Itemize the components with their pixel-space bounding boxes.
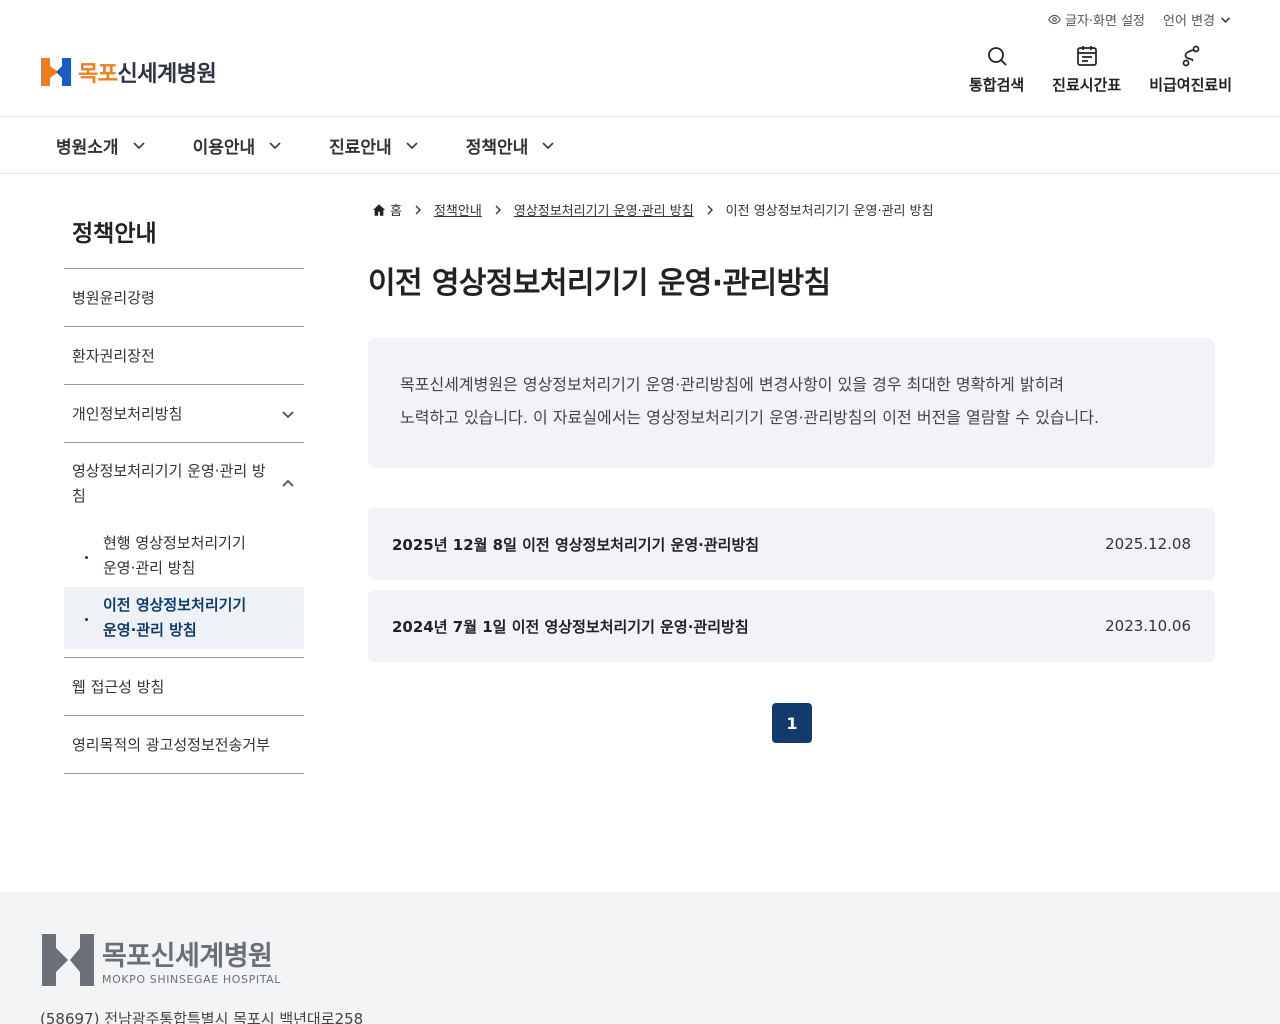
sidebar-item-ad-refusal[interactable]: 영리목적의 광고성정보전송거부 — [64, 716, 304, 773]
search-icon — [987, 47, 1007, 66]
logo-mark-icon — [41, 58, 71, 86]
quick-search-label: 통합검색 — [968, 76, 1025, 94]
sidebar-item-cctv[interactable]: 영상정보처리기기 운영·관리 방침 — [64, 443, 304, 525]
font-setting-label: 글자·화면 설정 — [1064, 14, 1146, 29]
eye-settings-icon — [1048, 14, 1061, 25]
quick-schedule-label: 진료시간표 — [1052, 76, 1122, 94]
chevron-right-icon — [495, 205, 501, 214]
breadcrumb-cctv-policy[interactable]: 영상정보처리기기 운영·관리 방침 — [514, 200, 694, 219]
breadcrumb: 홈 정책안내 영상정보처리기기 운영·관리 방침 이전 영상정보처리기기 운영·… — [372, 200, 934, 219]
footer: 목포신세계병원 MOKPO SHINSEGAE HOSPITAL (58697)… — [0, 892, 1280, 1024]
notice-line-1: 목포신세계병원은 영상정보처리기기 운영·관리방침에 변경사항이 있을 경우 최… — [400, 375, 1065, 394]
global-navigation: 병원소개 이용안내 진료안내 정책안내 — [0, 116, 1280, 174]
document-title: 2024년 7월 1일 이전 영상정보처리기기 운영·관리방침 — [392, 617, 749, 636]
logo-text: 목포신세계병원 — [78, 62, 217, 87]
breadcrumb-policy[interactable]: 정책안내 — [434, 200, 482, 219]
footer-address: (58697) 전남광주통합특별시 목포시 백년대로258 — [40, 1010, 364, 1024]
gnb-item-clinic[interactable]: 진료안내 — [329, 133, 420, 158]
chevron-down-icon — [132, 142, 145, 150]
footer-logo: 목포신세계병원 MOKPO SHINSEGAE HOSPITAL — [42, 932, 281, 988]
sidebar-item-ethics[interactable]: 병원윤리강령 — [64, 269, 304, 326]
chevron-down-icon — [269, 142, 281, 150]
list-item[interactable]: 2024년 7월 1일 이전 영상정보처리기기 운영·관리방침 2023.10.… — [368, 590, 1215, 662]
chevron-down-icon — [282, 410, 294, 418]
language-label: 언어 변경 — [1163, 14, 1215, 29]
chevron-down-icon — [542, 142, 554, 150]
quick-search-button[interactable]: 통합검색 — [969, 44, 1024, 95]
utility-menu: 글자·화면 설정 언어 변경 — [1048, 10, 1232, 29]
page-title: 이전 영상정보처리기기 운영·관리방침 — [368, 266, 831, 301]
language-selector[interactable]: 언어 변경 — [1163, 10, 1232, 29]
footer-name-en: MOKPO SHINSEGAE HOSPITAL — [102, 973, 282, 986]
chevron-down-icon — [406, 142, 418, 150]
breadcrumb-current: 이전 영상정보처리기기 운영·관리 방침 — [725, 204, 934, 219]
calendar-icon — [1076, 46, 1097, 66]
gnb-item-about[interactable]: 병원소개 — [56, 133, 147, 158]
hospital-logo[interactable]: 목포신세계병원 — [40, 56, 217, 88]
sidebar-title: 정책안내 — [64, 210, 304, 269]
side-navigation: 정책안내 병원윤리강령 환자권리장전 개인정보처리방침 영상정보처리기기 운영·… — [64, 210, 304, 774]
gnb-item-guide[interactable]: 이용안내 — [193, 133, 284, 158]
chevron-down-icon — [1220, 17, 1231, 23]
notice-line-2: 노력하고 있습니다. 이 자료실에서는 영상정보처리기기 운영·관리방침의 이전… — [400, 408, 1100, 427]
sidebar-item-privacy[interactable]: 개인정보처리방침 — [64, 385, 304, 442]
chevron-right-icon — [707, 205, 713, 214]
pagination: 1 — [772, 703, 812, 743]
chevron-up-icon — [282, 479, 294, 487]
quick-schedule-button[interactable]: 진료시간표 — [1052, 44, 1121, 95]
notice-box: 목포신세계병원은 영상정보처리기기 운영·관리방침에 변경사항이 있을 경우 최… — [368, 338, 1215, 468]
breadcrumb-home[interactable]: 홈 — [372, 200, 402, 219]
document-date: 2025.12.08 — [1105, 535, 1191, 553]
logo-mark-icon — [42, 934, 94, 986]
document-title: 2025년 12월 8일 이전 영상정보처리기기 운영·관리방침 — [392, 535, 760, 554]
route-icon — [1182, 45, 1199, 67]
sidebar-item-patient-rights[interactable]: 환자권리장전 — [64, 327, 304, 384]
sidebar-subitem-current[interactable]: 현행 영상정보처리기기 운영·관리 방침 — [64, 525, 304, 587]
quick-fee-label: 비급여진료비 — [1149, 76, 1232, 94]
document-list: 2025년 12월 8일 이전 영상정보처리기기 운영·관리방침 2025.12… — [368, 508, 1215, 672]
list-item[interactable]: 2025년 12월 8일 이전 영상정보처리기기 운영·관리방침 2025.12… — [368, 508, 1215, 580]
quick-fee-button[interactable]: 비급여진료비 — [1149, 44, 1232, 95]
sidebar-item-accessibility[interactable]: 웹 접근성 방침 — [64, 658, 304, 715]
chevron-right-icon — [415, 205, 421, 214]
font-setting-link[interactable]: 글자·화면 설정 — [1048, 10, 1145, 29]
home-icon — [372, 203, 386, 216]
document-date: 2023.10.06 — [1105, 617, 1191, 635]
page-button-current[interactable]: 1 — [772, 703, 812, 743]
quick-menu: 통합검색 진료시간표 비급여진료비 — [969, 44, 1232, 95]
footer-name-kr: 목포신세계병원 — [102, 941, 273, 972]
sidebar-subitem-previous[interactable]: 이전 영상정보처리기기 운영·관리 방침 — [64, 587, 304, 649]
gnb-item-policy[interactable]: 정책안내 — [466, 133, 557, 158]
